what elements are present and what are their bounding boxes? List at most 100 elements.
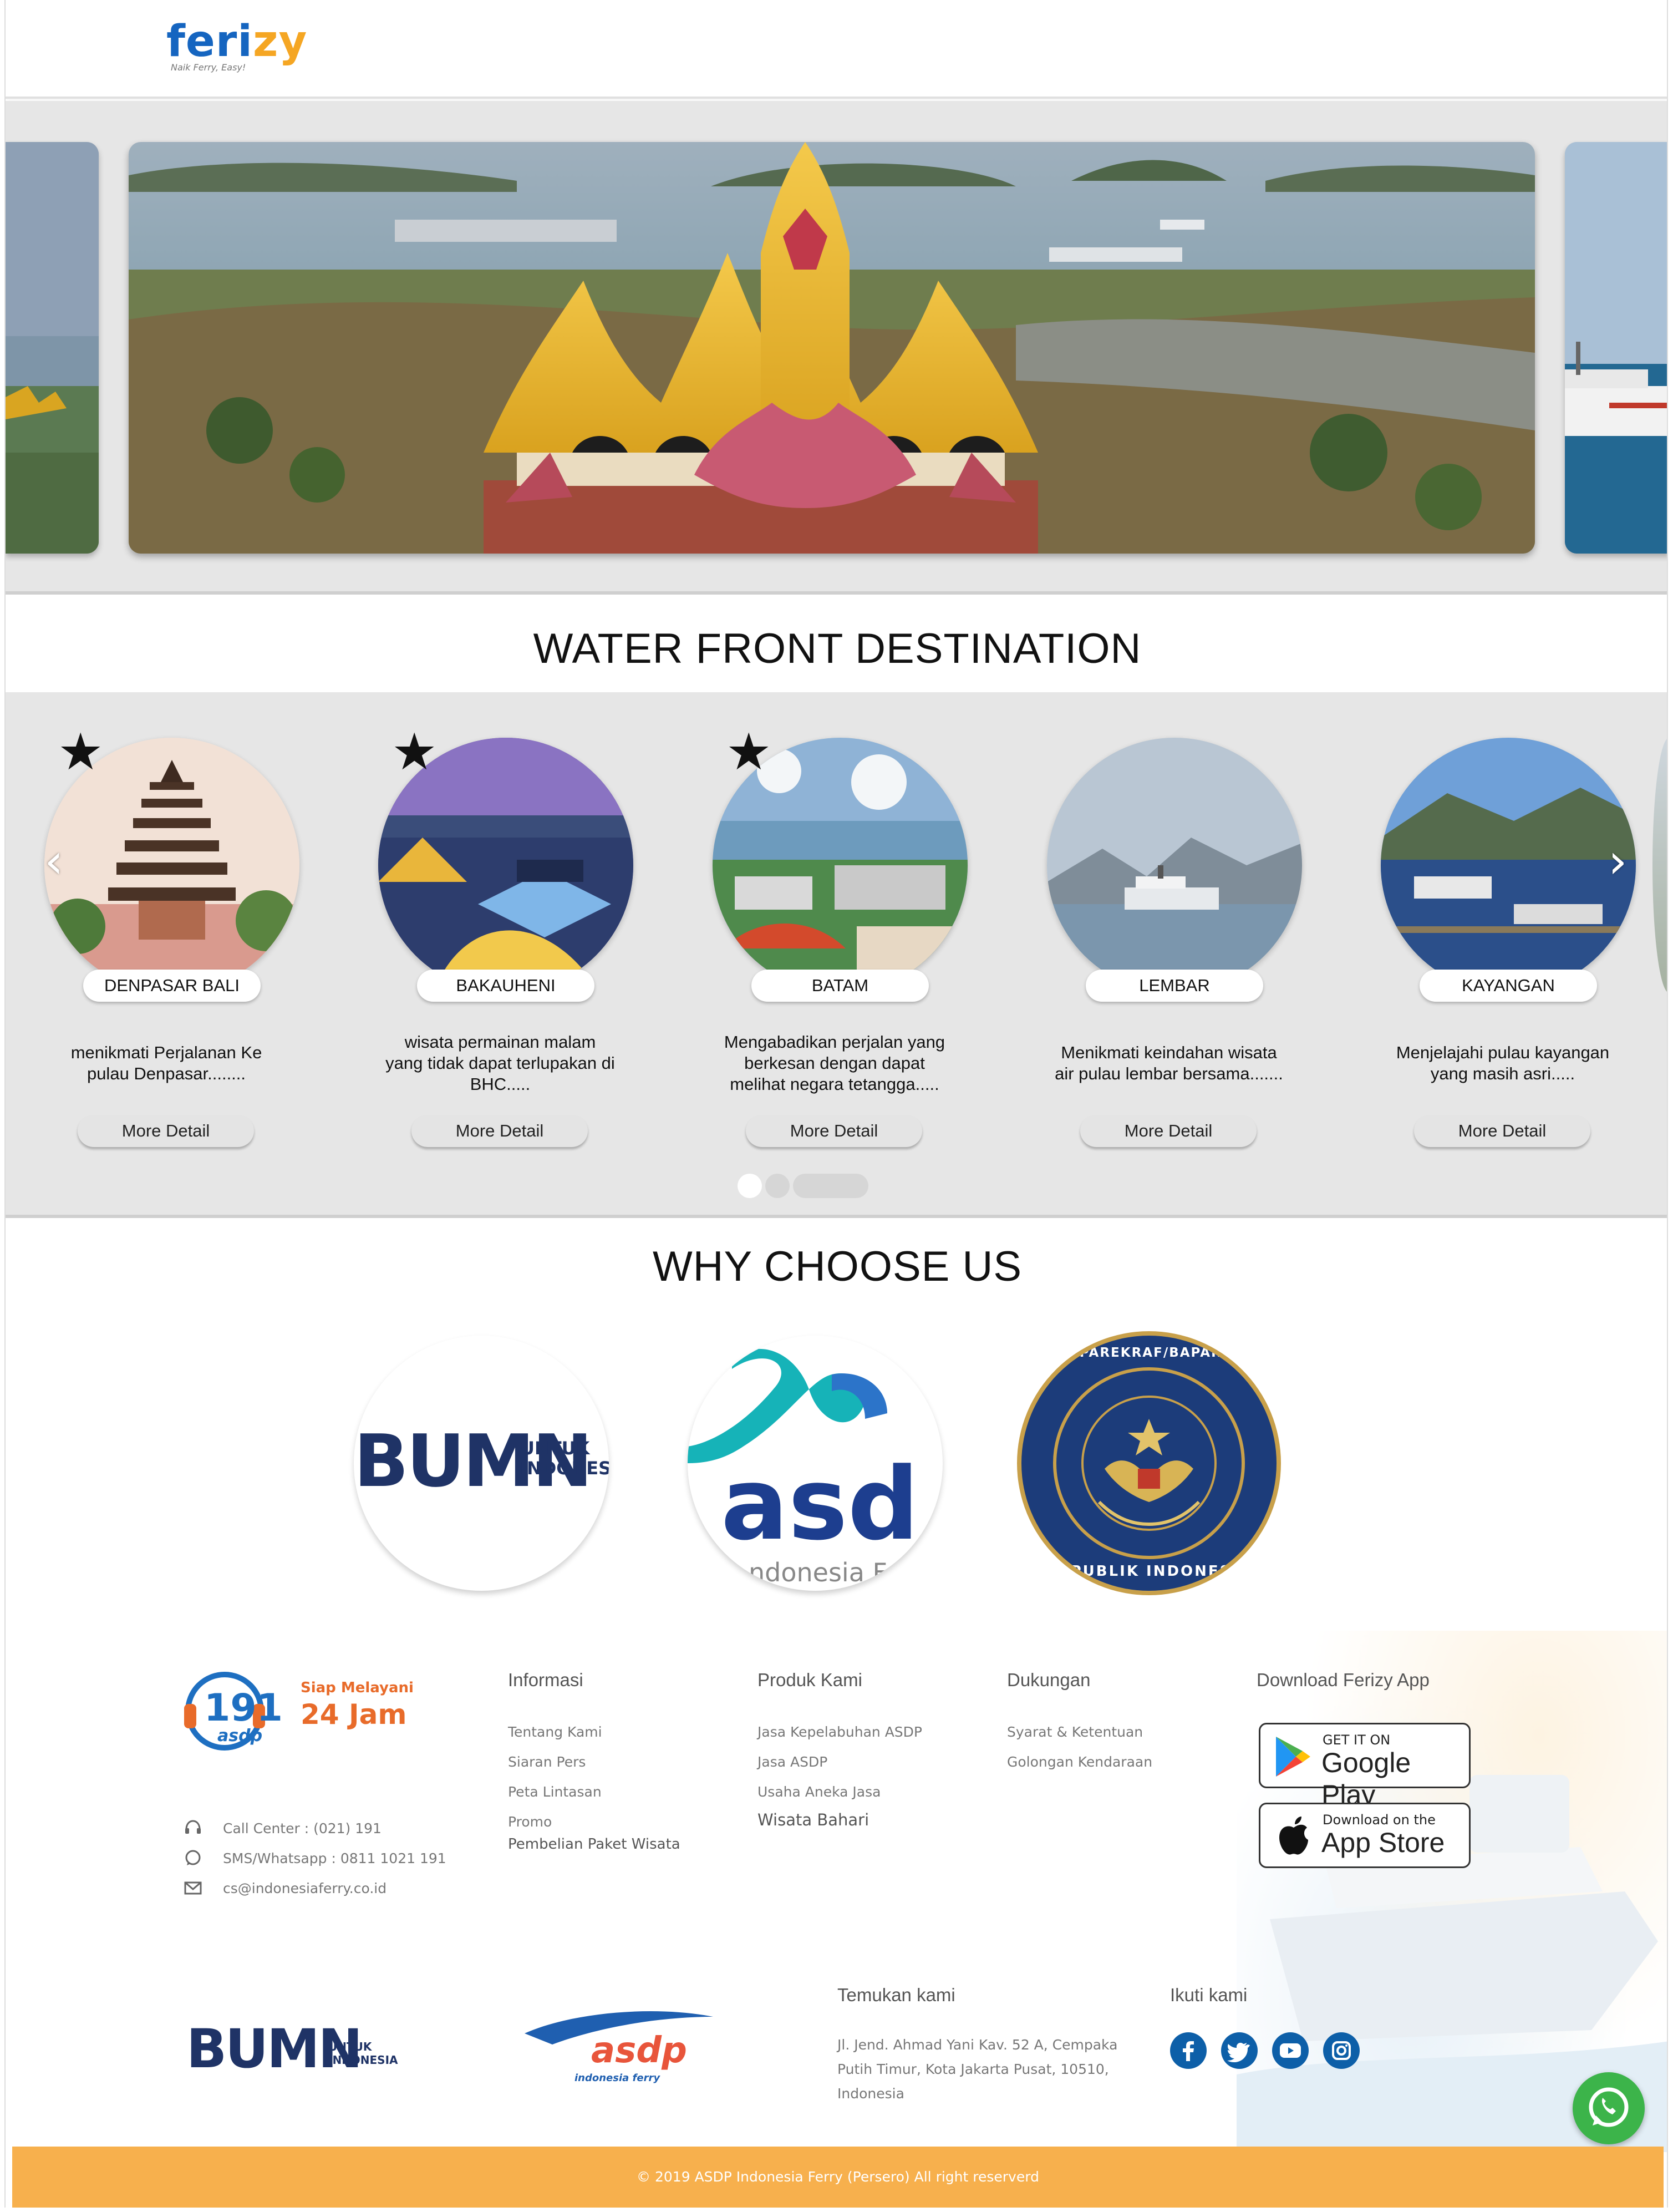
whatsapp-icon: [185, 1850, 201, 1865]
youtube-icon[interactable]: [1272, 2032, 1309, 2069]
hero-slide-active[interactable]: [129, 142, 1535, 554]
footer-bumn-sub-2: INDONESIA: [328, 2053, 398, 2067]
more-detail-button[interactable]: More Detail: [746, 1115, 922, 1147]
destination-image[interactable]: [1047, 738, 1302, 993]
whatsapp-chat-button[interactable]: [1573, 2072, 1645, 2144]
facebook-icon[interactable]: [1170, 2032, 1207, 2069]
kemenparekraf-seal-icon: [1053, 1367, 1245, 1559]
apple-icon: [1279, 1817, 1308, 1855]
footer-find-us-title: Temukan kami: [837, 1985, 955, 2005]
app-store-small-text: Download on the: [1323, 1812, 1436, 1828]
footer-link[interactable]: Wisata Bahari: [757, 1810, 869, 1829]
footer-follow-title: Ikuti kami: [1170, 1985, 1248, 2005]
contact-text: cs@indonesiaferry.co.id: [223, 1880, 387, 1896]
footer-link[interactable]: Tentang Kami: [508, 1724, 602, 1740]
site-header: ferizy Naik Ferry, Easy!: [6, 0, 1667, 99]
address-line: Putih Timur, Kota Jakarta Pusat, 10510,: [837, 2061, 1109, 2077]
youtube-glyph: [1280, 2043, 1301, 2058]
asdp-tagline: ndonesia Fe: [749, 1557, 902, 1587]
badge-line-1: Siap Melayani: [301, 1680, 414, 1696]
footer-bumn-sub-1: UNTUK: [328, 2040, 372, 2053]
footer-bumn-logo: BUMN UNTUK INDONESIA: [186, 2018, 398, 2080]
pagination-dot[interactable]: [765, 1174, 790, 1198]
page: ferizy Naik Ferry, Easy! WATER FRONT DES…: [4, 0, 1668, 2208]
more-detail-button[interactable]: More Detail: [1080, 1115, 1257, 1147]
footer-link[interactable]: Peta Lintasan: [508, 1784, 602, 1800]
badge-brand: asdp: [217, 1726, 263, 1746]
footer-link[interactable]: Syarat & Ketentuan: [1007, 1724, 1143, 1740]
pagination-dot[interactable]: [793, 1174, 868, 1198]
more-detail-button[interactable]: More Detail: [1414, 1115, 1590, 1147]
footer-link[interactable]: Golongan Kendaraan: [1007, 1754, 1152, 1770]
more-detail-button[interactable]: More Detail: [411, 1115, 588, 1147]
footer-link[interactable]: Usaha Aneka Jasa: [757, 1784, 881, 1800]
hero-landmark-image: [129, 142, 1535, 554]
carousel-prev-arrow-icon[interactable]: ‹: [44, 838, 63, 885]
kayangan-harbor-image: [1381, 738, 1636, 993]
instagram-icon[interactable]: [1323, 2032, 1360, 2069]
destination-name: BAKAUHENI: [417, 970, 594, 1002]
destination-name: DENPASAR BALI: [83, 970, 261, 1002]
destination-card-kayangan: KAYANGAN Menjelajahi pulau kayangan yang…: [1370, 738, 1636, 1159]
footer-link[interactable]: Pembelian Paket Wisata: [508, 1836, 680, 1853]
logo-text-right: zy: [253, 17, 308, 67]
app-store-button[interactable]: Download on the App Store: [1259, 1803, 1471, 1868]
destination-image[interactable]: [1381, 738, 1636, 993]
featured-star-icon: ★: [726, 722, 772, 782]
twitter-icon[interactable]: [1221, 2032, 1258, 2069]
hero-slide-next[interactable]: [1565, 142, 1667, 554]
partner-bumn-logo: BUMN UNTUK INDONES: [354, 1336, 609, 1591]
facebook-glyph: [1183, 2041, 1194, 2061]
logo-wordmark: ferizy: [166, 17, 307, 67]
contact-text: SMS/Whatsapp : 0811 1021 191: [223, 1850, 446, 1866]
footer-produk-title: Produk Kami: [757, 1670, 862, 1690]
ferizy-logo[interactable]: ferizy Naik Ferry, Easy!: [166, 17, 307, 78]
destination-card-bakauheni: ★ BAKAUHENI wisata permainan malam yang …: [367, 727, 633, 1159]
featured-star-icon: ★: [391, 722, 438, 782]
partner-kemenparekraf-logo: KEMENPAREKRAF/BAPAREKRAF REPUBLIK INDONE…: [1021, 1336, 1277, 1591]
footer-link[interactable]: Jasa ASDP: [757, 1754, 827, 1770]
footer-link[interactable]: Jasa Kepelabuhan ASDP: [757, 1724, 922, 1740]
why-choose-us-title: WHY CHOOSE US: [652, 1243, 1023, 1290]
address-line: Indonesia: [837, 2086, 904, 2102]
address-line: Jl. Jend. Ahmad Yani Kav. 52 A, Cempaka: [837, 2037, 1118, 2053]
lembar-harbor-image: [1047, 738, 1302, 993]
hero-slide-previous[interactable]: [6, 142, 99, 554]
footer-dukungan-title: Dukungan: [1007, 1670, 1091, 1690]
google-play-big-text: Google Play: [1321, 1747, 1411, 1810]
footer-informasi-title: Informasi: [508, 1670, 583, 1690]
whatsapp-chat-icon: [1589, 2087, 1629, 2127]
footer-asdp-logo: asdp indonesia ferry: [519, 2006, 719, 2089]
more-detail-button[interactable]: More Detail: [78, 1115, 254, 1147]
twitter-glyph: [1227, 2042, 1250, 2063]
google-play-icon: [1276, 1737, 1310, 1777]
carousel-next-arrow-icon[interactable]: ›: [1608, 838, 1627, 885]
featured-star-icon: ★: [58, 722, 104, 782]
pagination-dot-active[interactable]: [738, 1174, 762, 1198]
destination-name: BATAM: [751, 970, 929, 1002]
google-play-small-text: GET IT ON: [1323, 1732, 1391, 1748]
hero-slide-previous-image: [6, 142, 99, 554]
badge-number: 191: [204, 1686, 283, 1730]
site-footer: 191 asdp Siap Melayani 24 Jam Call Cente…: [6, 1631, 1667, 2208]
footer-link[interactable]: Siaran Pers: [508, 1754, 586, 1770]
bumn-tagline: UNTUK INDONES: [520, 1438, 609, 1479]
water-front-title: WATER FRONT DESTINATION: [533, 625, 1142, 672]
destination-card-next-peek: [1652, 738, 1667, 993]
google-play-button[interactable]: GET IT ON Google Play: [1259, 1723, 1471, 1810]
destination-carousel: ★ DENPASAR BALI menikmati Perjalanan Ke …: [6, 692, 1667, 1218]
hero-carousel: [6, 101, 1667, 595]
app-store-big-text: App Store: [1321, 1827, 1445, 1858]
footer-download-title: Download Ferizy App: [1257, 1670, 1430, 1690]
instagram-glyph: [1332, 2041, 1351, 2060]
copyright-bar: © 2019 ASDP Indonesia Ferry (Persero) Al…: [12, 2147, 1664, 2208]
logo-text-left: feri: [166, 17, 253, 67]
footer-link[interactable]: Promo: [508, 1814, 552, 1830]
headset-icon: [185, 1820, 201, 1834]
hero-slide-next-image: [1565, 142, 1667, 554]
destination-description: menikmati Perjalanan Ke pulau Denpasar..…: [70, 1043, 262, 1083]
destination-description: wisata permainan malam yang tidak dapat …: [385, 1032, 615, 1094]
logo-tagline: Naik Ferry, Easy!: [171, 62, 246, 73]
mail-icon: [184, 1881, 202, 1895]
kemenparekraf-top-text: KEMENPAREKRAF/BAPAREKRAF: [1023, 1346, 1275, 1360]
